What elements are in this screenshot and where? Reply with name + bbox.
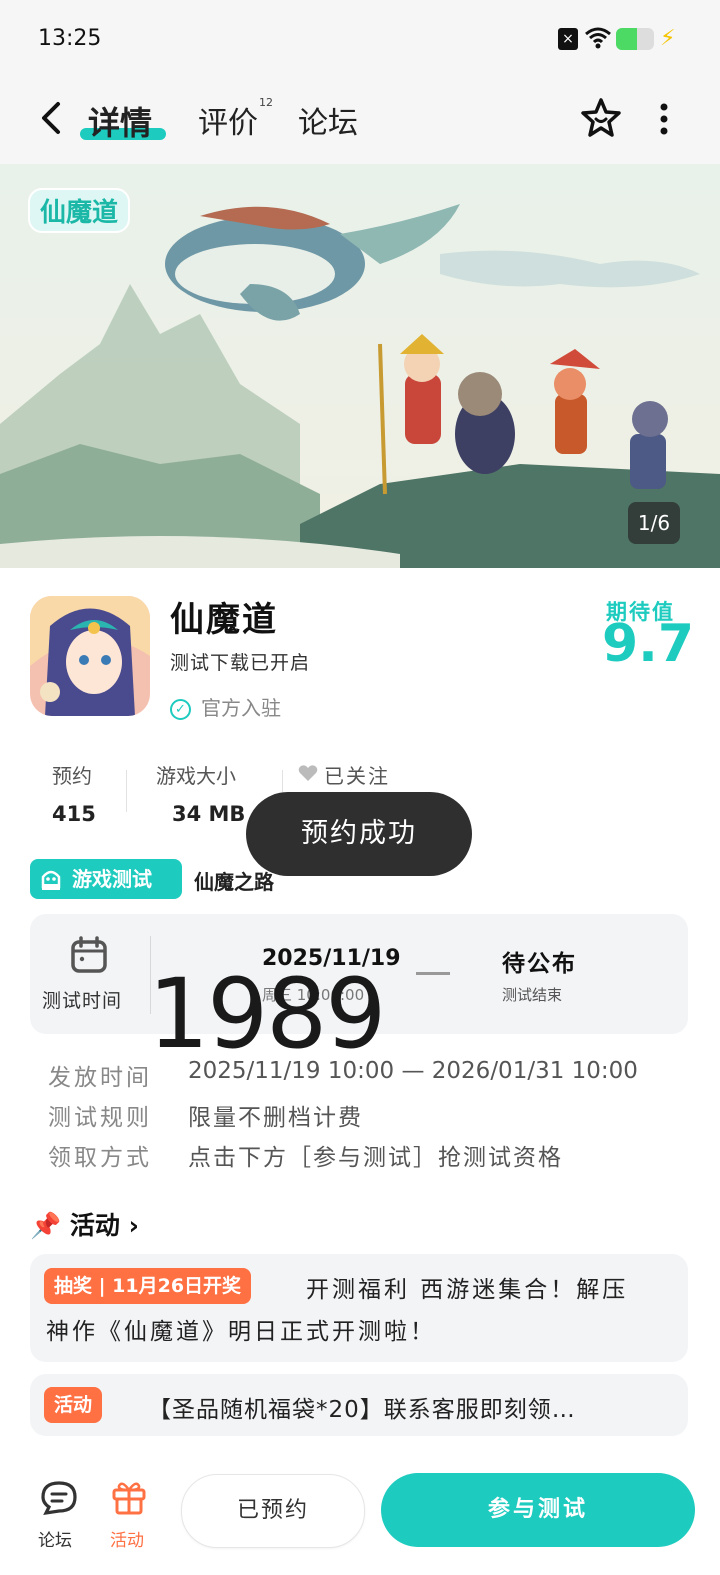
game-test-label: 游戏测试 [72, 867, 152, 891]
status-time: 13:25 [38, 26, 102, 51]
tab-forum[interactable]: 论坛 [298, 98, 358, 142]
official-label: 官方入驻 [201, 696, 281, 720]
overlay-number: 1989 [148, 958, 386, 1070]
size-value: 34 MB [172, 802, 246, 824]
game-test-tag: 游戏测试 [30, 859, 182, 899]
banner-game-logo: 仙魔道 [28, 188, 131, 233]
banner-pager: 1/6 [628, 502, 680, 544]
info-key: 发放时间 [48, 1065, 152, 1091]
heart-icon[interactable] [298, 764, 318, 782]
app-icon [30, 596, 150, 716]
activity-text: 开测福利 西游迷集合！解压 [306, 1277, 629, 1303]
info-value: 点击下方［参与测试］抢测试资格 [188, 1145, 563, 1171]
forum-icon[interactable] [40, 1480, 78, 1516]
calendar-icon [71, 936, 107, 973]
back-icon[interactable] [36, 96, 66, 140]
arrow-icon [416, 972, 450, 975]
wifi-icon [585, 27, 611, 49]
status-bar [0, 0, 720, 78]
reserve-label: 预约 [52, 764, 92, 788]
tab-reviews[interactable]: 评价 [198, 98, 258, 142]
notification-icon: × [558, 28, 578, 50]
join-test-button[interactable]: 参与测试 [381, 1473, 695, 1547]
activity-text: 神作《仙魔道》明日正式开测啦！ [46, 1319, 436, 1345]
info-key: 领取方式 [48, 1145, 152, 1171]
activity-text: 【圣品随机福袋*20】联系客服即刻领… [148, 1397, 576, 1423]
more-icon[interactable] [652, 101, 676, 137]
check-icon: ✓ [170, 699, 191, 720]
activity-badge: 活动 [44, 1387, 103, 1423]
app-title: 仙魔道 [170, 600, 278, 640]
activity-tab-label[interactable]: 活动 [110, 1526, 144, 1551]
tab-detail[interactable]: 详情 [88, 98, 152, 144]
reviews-count: 12 [259, 96, 273, 109]
battery-icon [616, 28, 654, 50]
stat-divider [126, 770, 127, 812]
star-icon[interactable] [580, 97, 622, 139]
booked-button[interactable]: 已预约 [181, 1474, 365, 1548]
test-end-date: 待公布 [502, 951, 577, 977]
forum-label[interactable]: 论坛 [38, 1526, 72, 1551]
follow-status[interactable]: 已关注 [324, 760, 390, 789]
reserve-count: 415 [52, 802, 96, 824]
official-badge: ✓ 官方入驻 [170, 692, 281, 721]
charging-icon: ⚡ [660, 26, 676, 51]
app-subtitle: 测试下载已开启 [170, 652, 311, 674]
expectation-value: 9.7 [602, 614, 695, 674]
chevron-right-icon: › [128, 1211, 139, 1240]
activities-title: 活动 [69, 1211, 120, 1240]
activities-header[interactable]: 📌 活动 › [30, 1206, 139, 1242]
pin-icon: 📌 [30, 1211, 62, 1240]
gift-icon[interactable] [110, 1478, 148, 1516]
test-time-label: 测试时间 [42, 990, 123, 1012]
info-key: 测试规则 [48, 1105, 152, 1131]
info-value: 限量不删档计费 [188, 1105, 363, 1131]
size-label: 游戏大小 [156, 764, 236, 788]
toast-message: 预约成功 [246, 792, 472, 876]
test-end-label: 测试结束 [502, 986, 563, 1004]
test-icon [41, 870, 61, 890]
activity-badge: 抽奖 | 11月26日开奖 [44, 1268, 252, 1304]
test-name: 仙魔之路 [194, 870, 274, 894]
